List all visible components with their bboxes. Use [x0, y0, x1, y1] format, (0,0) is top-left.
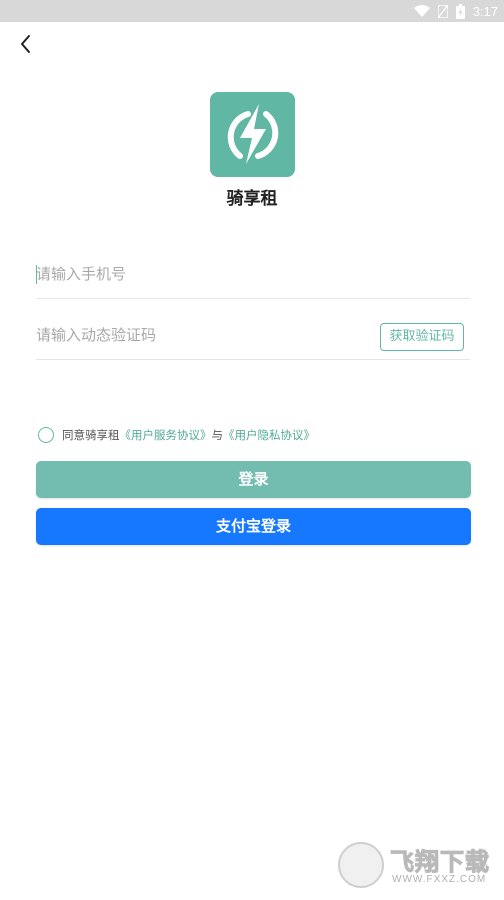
- back-button[interactable]: [14, 32, 38, 56]
- get-code-button[interactable]: 获取验证码: [380, 323, 464, 351]
- phone-field-row: [36, 252, 470, 299]
- battery-icon: [455, 3, 465, 19]
- phone-input[interactable]: [36, 252, 366, 296]
- watermark: 飞翔下载 WWW.FXXZ.COM: [338, 840, 498, 892]
- code-field-row: 获取验证码: [36, 313, 470, 360]
- text-caret: [36, 265, 37, 284]
- agreement-connector: 与: [211, 428, 224, 442]
- agree-radio[interactable]: [38, 427, 54, 443]
- status-bar: 3:17: [0, 0, 504, 22]
- agreement: 同意骑享租 《用户服务协议》 与 《用户隐私协议》: [38, 425, 315, 445]
- watermark-title: 飞翔下载: [390, 848, 490, 877]
- chevron-left-icon: [21, 35, 30, 53]
- wifi-icon: [413, 5, 430, 17]
- service-agreement-link[interactable]: 《用户服务协议》: [120, 427, 212, 443]
- status-time: 3:17: [472, 3, 498, 19]
- privacy-agreement-link[interactable]: 《用户隐私协议》: [223, 427, 315, 443]
- lightning-bolt-icon: [227, 104, 279, 164]
- agreement-prefix: 同意骑享租: [62, 428, 120, 442]
- sim-icon: [437, 4, 448, 18]
- watermark-logo-icon: [338, 842, 384, 888]
- verification-code-input[interactable]: [36, 313, 366, 357]
- app-name: 骑享租: [226, 189, 278, 209]
- alipay-login-button[interactable]: 支付宝登录: [36, 508, 471, 545]
- status-icons: 3:17: [413, 0, 498, 22]
- app-logo: [210, 92, 295, 177]
- login-button[interactable]: 登录: [36, 461, 471, 498]
- watermark-url: WWW.FXXZ.COM: [392, 874, 487, 885]
